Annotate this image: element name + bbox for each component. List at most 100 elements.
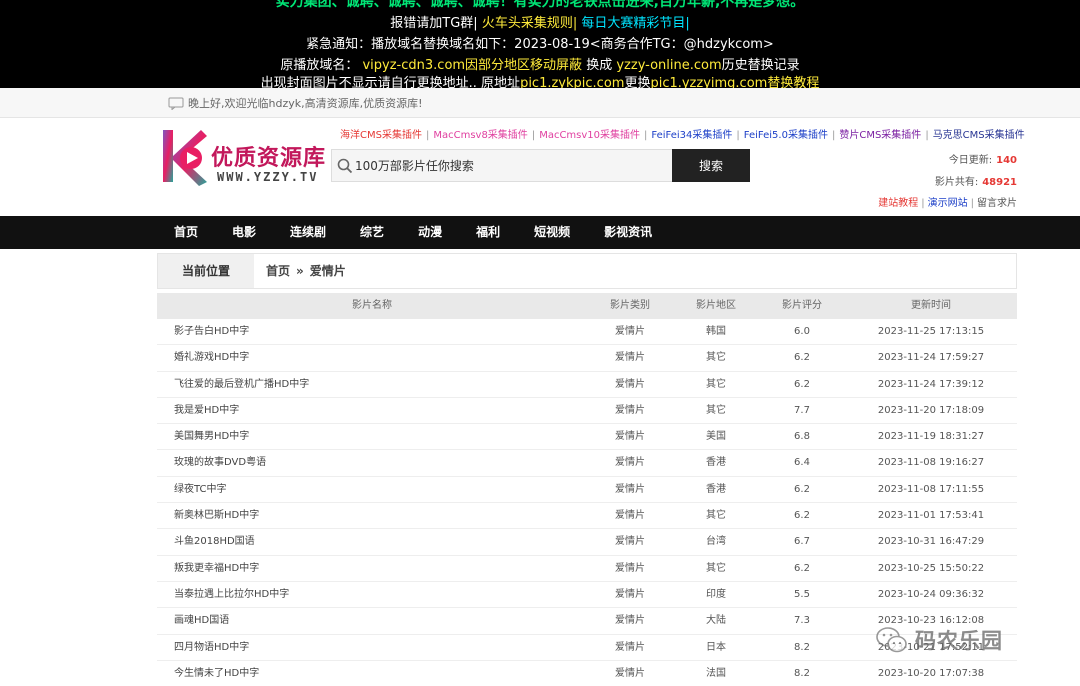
movie-name[interactable]: 婚礼游戏HD中字: [157, 345, 587, 370]
movie-name[interactable]: 画魂HD国语: [157, 608, 587, 633]
movie-name[interactable]: 斗鱼2018HD国语: [157, 529, 587, 554]
nav-item[interactable]: 综艺: [343, 216, 401, 249]
breadcrumb-home[interactable]: 首页: [266, 264, 290, 278]
replace-tutorial-link[interactable]: 替换教程: [767, 76, 819, 88]
nav-item[interactable]: 福利: [459, 216, 517, 249]
table-row[interactable]: 斗鱼2018HD国语 爱情片 台湾 6.7 2023-10-31 16:47:29: [157, 529, 1017, 556]
table-row[interactable]: 影子告白HD中字 爱情片 韩国 6.0 2023-11-25 17:13:15: [157, 319, 1017, 346]
table-row[interactable]: 今生情未了HD中字 爱情片 法国 8.2 2023-10-20 17:07:38: [157, 661, 1017, 686]
nav-item[interactable]: 连续剧: [273, 216, 343, 249]
movie-update-time: 2023-11-08 19:16:27: [877, 457, 985, 469]
new-domain: yzzy-online.com: [616, 58, 722, 73]
movie-score: 6.8: [794, 431, 810, 443]
table-row[interactable]: 美国舞男HD中字 爱情片 美国 6.8 2023-11-19 18:31:27: [157, 424, 1017, 451]
movie-name[interactable]: 绿夜TC中字: [157, 477, 587, 502]
movie-type: 爱情片: [615, 378, 645, 390]
movie-name[interactable]: 我是爱HD中字: [157, 398, 587, 423]
movie-type: 爱情片: [615, 404, 645, 416]
total-movies: 影片共有: 48921: [878, 172, 1017, 194]
plugin-separator: |: [425, 130, 430, 141]
tg-group-link[interactable]: 报错请加TG群|: [390, 16, 477, 31]
movie-score: 6.7: [794, 536, 810, 548]
movie-update-time: 2023-11-08 17:11:55: [877, 483, 985, 495]
plugin-separator: |: [736, 130, 740, 141]
movie-area: 韩国: [706, 326, 726, 337]
table-row[interactable]: 新奥林巴斯HD中字 爱情片 其它 6.2 2023-11-01 17:53:41: [157, 503, 1017, 530]
site-stats: 今日更新: 140 影片共有: 48921 建站教程 | 演示网站 | 留言求片: [878, 150, 1017, 215]
movie-type: 爱情片: [615, 562, 645, 574]
movie-score: 6.2: [794, 378, 810, 390]
table-row[interactable]: 飞往爱的最后登机广播HD中字 爱情片 其它 6.2 2023-11-24 17:39:1…: [157, 372, 1017, 398]
announcement-links-line: 报错请加TG群| 火车头采集规则| 每日大赛精彩节目|: [0, 13, 1080, 34]
plugin-separator: |: [531, 130, 536, 141]
movie-score: 6.4: [794, 457, 810, 469]
movie-area: 印度: [706, 588, 726, 600]
collect-rules-link[interactable]: 火车头采集规则|: [482, 16, 577, 31]
movie-name[interactable]: 飞往爱的最后登机广播HD中字: [157, 372, 587, 397]
movie-area: 其它: [706, 510, 726, 522]
plugin-link[interactable]: 海洋CMS采集插件: [340, 130, 422, 141]
movie-name[interactable]: 四月物语HD中字: [157, 635, 587, 660]
welcome-text: 晚上好,欢迎光临hdzyk,高清资源库,优质资源库!: [188, 97, 423, 110]
old-domain-label: 原播放域名：: [280, 58, 359, 73]
wechat-icon: [876, 627, 907, 653]
search-button[interactable]: 搜索: [672, 149, 750, 182]
movie-name[interactable]: 影子告白HD中字: [157, 319, 587, 344]
movie-name[interactable]: 美国舞男HD中字: [157, 424, 587, 449]
table-row[interactable]: 玫瑰的故事DVD粤语 爱情片 香港 6.4 2023-11-08 19:16:27: [157, 450, 1017, 477]
movie-area: 香港: [706, 457, 726, 469]
movie-area: 其它: [706, 562, 726, 574]
table-row[interactable]: 婚礼游戏HD中字 爱情片 其它 6.2 2023-11-24 17:59:27: [157, 345, 1017, 372]
header-type: 影片类别: [610, 300, 650, 311]
history-link[interactable]: 历史替换记录: [722, 58, 800, 73]
table-row[interactable]: 当泰拉遇上比拉尔HD中字 爱情片 印度 5.5 2023-10-24 09:36:32: [157, 582, 1017, 609]
nav-item[interactable]: 动漫: [401, 216, 459, 249]
movie-name[interactable]: 叛我更幸福HD中字: [157, 556, 587, 581]
demo-site-link[interactable]: 演示网站: [928, 198, 968, 209]
nav-item[interactable]: 短视频: [517, 216, 587, 249]
site-logo[interactable]: 优质资源库 WWW.YZZY.TV: [157, 126, 329, 188]
new-image-domain: pic1.yzzyimg.com: [650, 76, 768, 88]
watermark-text: 码农乐园: [915, 629, 1003, 653]
nav-item[interactable]: 影视资讯: [587, 216, 669, 249]
breadcrumb-current[interactable]: 爱情片: [310, 264, 346, 278]
total-movies-count: 48921: [982, 177, 1017, 188]
nav-item[interactable]: 电影: [215, 216, 273, 249]
table-row[interactable]: 我是爱HD中字 爱情片 其它 7.7 2023-11-20 17:18:09: [157, 398, 1017, 425]
build-tutorial-link[interactable]: 建站教程: [878, 198, 918, 209]
announcement-recruit[interactable]: 实力集团、诚聘、诚聘、诚聘、诚聘！有实力的老铁点击进来,百万年薪,不再是梦想。: [0, 0, 1080, 13]
plugin-link[interactable]: MacCmsv10采集插件: [539, 130, 640, 141]
search-input[interactable]: [355, 151, 670, 180]
breadcrumb-tag: 当前位置: [158, 254, 254, 288]
movie-name[interactable]: 新奥林巴斯HD中字: [157, 503, 587, 528]
image-notice-line: 出现封面图片不显示请自行更换地址.. 原地址pic1.zykpic.com更换p…: [0, 73, 1080, 88]
movie-update-time: 2023-11-01 17:53:41: [877, 510, 985, 522]
daily-program-link[interactable]: 每日大赛精彩节目|: [581, 16, 689, 31]
table-row[interactable]: 叛我更幸福HD中字 爱情片 其它 6.2 2023-10-25 15:50:22: [157, 556, 1017, 582]
movie-area: 香港: [706, 483, 726, 495]
header-area: 影片地区: [696, 300, 736, 311]
movie-score: 6.2: [794, 510, 810, 522]
movie-name[interactable]: 玫瑰的故事DVD粤语: [157, 450, 587, 475]
old-image-domain: pic1.zykpic.com: [520, 76, 625, 88]
movie-area: 大陆: [706, 615, 726, 627]
plugin-link[interactable]: FeiFei34采集插件: [651, 130, 732, 141]
plugin-separator: |: [644, 130, 648, 141]
table-row[interactable]: 绿夜TC中字 爱情片 香港 6.2 2023-11-08 17:11:55: [157, 477, 1017, 504]
main-nav: 首页 电影 连续剧 综艺 动漫 福利 短视频 影视资讯: [0, 216, 1080, 249]
movie-name[interactable]: 今生情未了HD中字: [157, 661, 587, 686]
nav-item[interactable]: 首页: [157, 216, 215, 249]
plugin-link[interactable]: 赞片CMS采集插件: [839, 130, 921, 141]
site-header: 优质资源库 WWW.YZZY.TV 海洋CMS采集插件 | MacCmsv8采集插件…: [0, 119, 1080, 216]
plugin-link[interactable]: MacCmsv8采集插件: [433, 130, 527, 141]
replace-label: 换成: [586, 58, 613, 73]
table-header: 影片名称 影片类别 影片地区 影片评分 更新时间: [157, 293, 1017, 319]
movie-type: 爱情片: [615, 483, 645, 495]
plugin-link[interactable]: FeiFei5.0采集插件: [744, 130, 828, 141]
message-request-link[interactable]: 留言求片: [977, 198, 1017, 209]
old-domain: vipyz-cdn3.com因部分地区移动屏蔽: [362, 58, 583, 73]
movie-type: 爱情片: [615, 615, 645, 627]
plugin-link[interactable]: 马克思CMS采集插件: [933, 130, 1025, 141]
welcome-strip: 晚上好,欢迎光临hdzyk,高清资源库,优质资源库!: [0, 88, 1080, 118]
movie-name[interactable]: 当泰拉遇上比拉尔HD中字: [157, 582, 587, 607]
